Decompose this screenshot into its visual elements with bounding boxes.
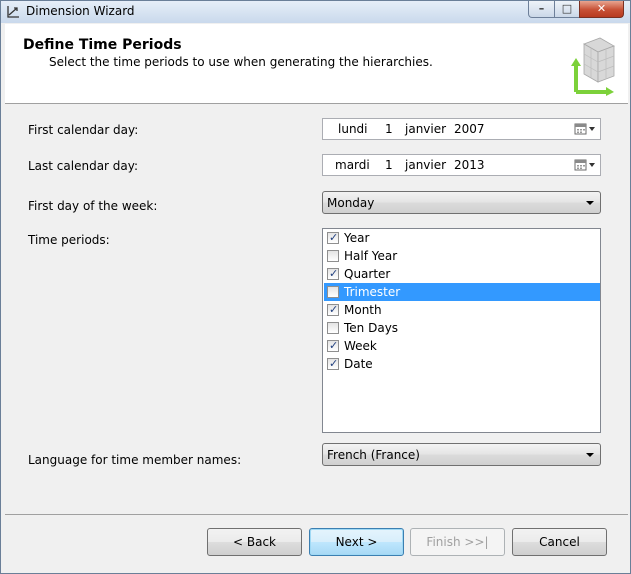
half-year-checkbox[interactable] bbox=[327, 250, 339, 262]
checkmark-icon: ✓ bbox=[329, 303, 339, 316]
list-item-label: Half Year bbox=[344, 249, 398, 263]
date-checkbox[interactable]: ✓ bbox=[327, 357, 339, 370]
close-button[interactable]: ✕ bbox=[579, 1, 624, 18]
ten-days-checkbox[interactable] bbox=[327, 322, 339, 334]
last-day-picker[interactable]: mardi 1 janvier 2013 bbox=[322, 154, 601, 176]
list-item-label: Month bbox=[344, 303, 382, 317]
list-item-label: Trimester bbox=[344, 285, 401, 299]
calendar-dropdown-icon[interactable] bbox=[573, 121, 599, 137]
list-item-trimester[interactable]: Trimester bbox=[324, 283, 600, 301]
first-day-weekday[interactable]: lundi bbox=[338, 122, 368, 136]
month-checkbox[interactable]: ✓ bbox=[327, 303, 339, 316]
back-button[interactable]: < Back bbox=[207, 528, 302, 556]
window-title: Dimension Wizard bbox=[26, 4, 135, 18]
last-day-day[interactable]: 1 bbox=[385, 158, 393, 172]
list-item-week[interactable]: ✓ Week bbox=[324, 337, 600, 355]
last-day-year[interactable]: 2013 bbox=[454, 158, 485, 172]
list-item-quarter[interactable]: ✓ Quarter bbox=[324, 265, 600, 283]
maximize-icon: □ bbox=[561, 2, 573, 15]
time-periods-label: Time periods: bbox=[28, 233, 110, 247]
minimize-icon: – bbox=[538, 2, 545, 15]
week-start-label: First day of the week: bbox=[28, 199, 158, 213]
minimize-button[interactable]: – bbox=[528, 1, 555, 18]
week-start-value: Monday bbox=[327, 196, 375, 210]
first-day-month[interactable]: janvier bbox=[405, 122, 446, 136]
first-day-day[interactable]: 1 bbox=[385, 122, 393, 136]
first-day-year[interactable]: 2007 bbox=[454, 122, 485, 136]
list-item-label: Quarter bbox=[344, 267, 391, 281]
wizard-app-icon bbox=[7, 6, 19, 18]
next-button[interactable]: Next > bbox=[309, 528, 404, 556]
checkmark-icon: ✓ bbox=[329, 339, 339, 352]
quarter-checkbox[interactable]: ✓ bbox=[327, 267, 339, 280]
dimension-wizard-window: Dimension Wizard – □ ✕ Define Time Perio… bbox=[0, 0, 631, 574]
last-day-label: Last calendar day: bbox=[28, 159, 139, 173]
first-day-label: First calendar day: bbox=[28, 123, 139, 137]
last-day-month[interactable]: janvier bbox=[405, 158, 446, 172]
footer-divider bbox=[5, 514, 628, 515]
first-day-picker[interactable]: lundi 1 janvier 2007 bbox=[322, 118, 601, 140]
checkmark-icon: ✓ bbox=[329, 267, 339, 280]
list-item-half-year[interactable]: Half Year bbox=[324, 247, 600, 265]
language-value: French (France) bbox=[327, 448, 420, 462]
language-select[interactable]: French (France) bbox=[322, 443, 601, 466]
year-checkbox[interactable]: ✓ bbox=[327, 231, 339, 244]
maximize-button[interactable]: □ bbox=[554, 1, 580, 18]
list-item-label: Ten Days bbox=[344, 321, 399, 335]
last-day-weekday[interactable]: mardi bbox=[335, 158, 370, 172]
finish-button[interactable]: Finish >>| bbox=[410, 528, 505, 556]
wizard-header: Define Time Periods Select the time peri… bbox=[5, 24, 628, 104]
list-item-label: Year bbox=[344, 231, 370, 245]
week-start-select[interactable]: Monday bbox=[322, 191, 601, 214]
trimester-checkbox[interactable] bbox=[327, 286, 339, 298]
calendar-dropdown-icon[interactable] bbox=[573, 157, 599, 173]
cancel-button[interactable]: Cancel bbox=[512, 528, 607, 556]
chevron-down-icon bbox=[586, 201, 594, 205]
title-bar[interactable]: Dimension Wizard – □ ✕ bbox=[1, 1, 630, 23]
list-item-label: Date bbox=[344, 357, 373, 371]
list-item-label: Week bbox=[344, 339, 377, 353]
language-label: Language for time member names: bbox=[28, 453, 242, 467]
list-item-date[interactable]: ✓ Date bbox=[324, 355, 600, 373]
week-checkbox[interactable]: ✓ bbox=[327, 339, 339, 352]
checkmark-icon: ✓ bbox=[329, 357, 339, 370]
page-subtitle: Select the time periods to use when gene… bbox=[49, 55, 433, 69]
list-item-ten-days[interactable]: Ten Days bbox=[324, 319, 600, 337]
page-title: Define Time Periods bbox=[23, 37, 182, 53]
list-item-month[interactable]: ✓ Month bbox=[324, 301, 600, 319]
list-item-year[interactable]: ✓ Year bbox=[324, 229, 600, 247]
chevron-down-icon bbox=[586, 453, 594, 457]
checkmark-icon: ✓ bbox=[329, 231, 339, 244]
cube-axes-icon bbox=[571, 37, 615, 96]
time-periods-list[interactable]: ✓ Year Half Year ✓ Quarter Trimester ✓ M… bbox=[322, 228, 601, 433]
close-icon: ✕ bbox=[596, 2, 607, 15]
